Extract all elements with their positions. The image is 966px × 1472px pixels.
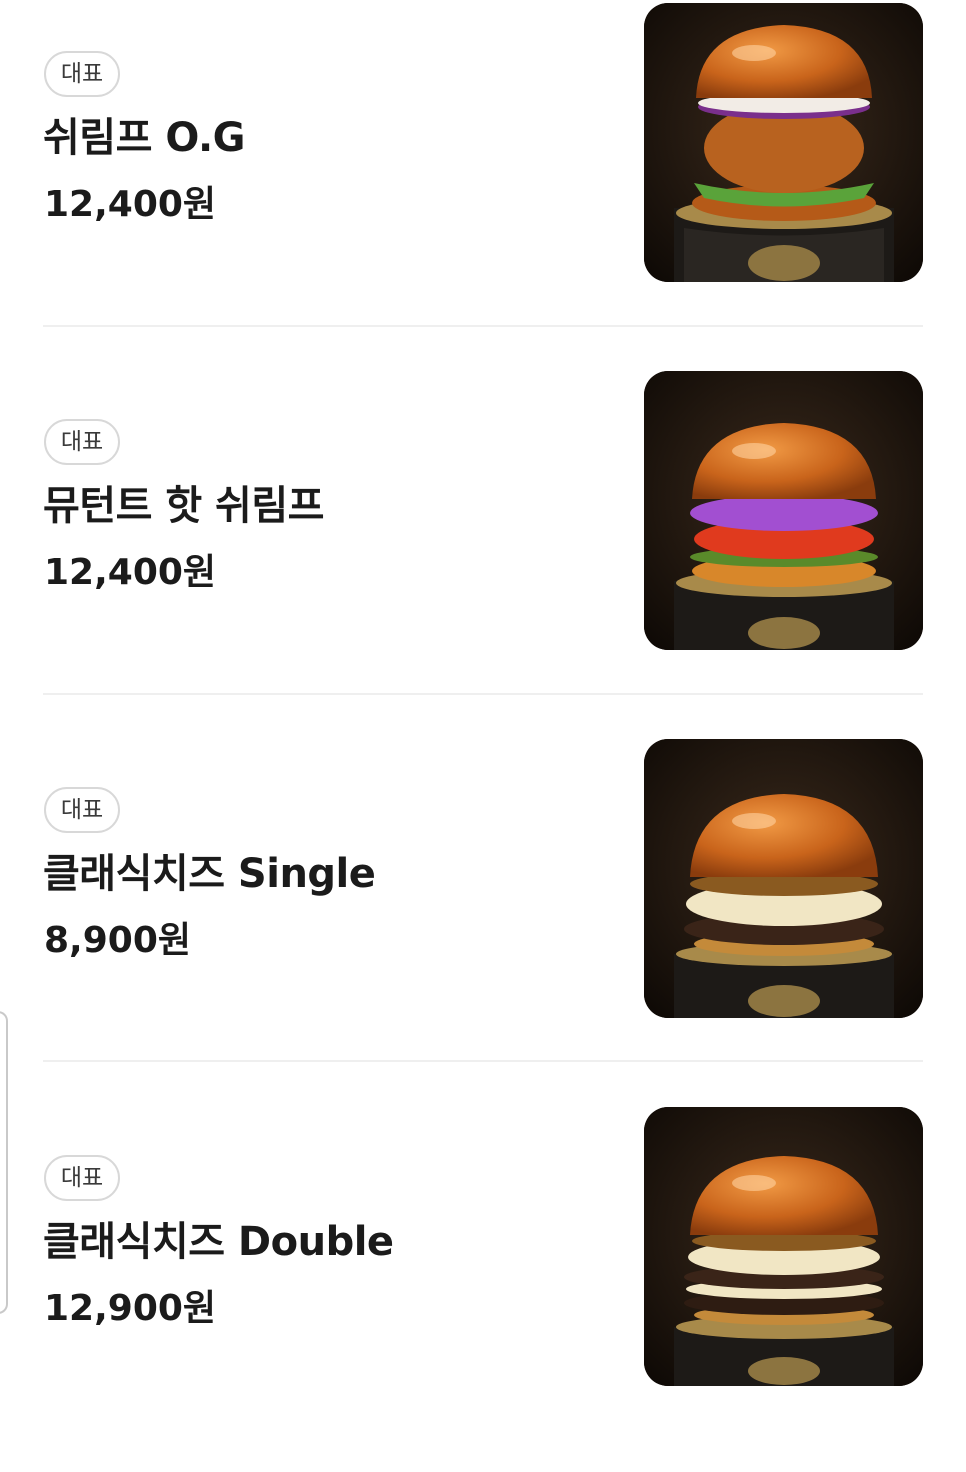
menu-item-price: 12,400원 (44, 184, 217, 225)
menu-item-name[interactable]: 쉬림프 O.G (43, 113, 245, 163)
menu-item[interactable]: 대표 뮤턴트 핫 쉬림프 12,400원 (0, 368, 966, 736)
divider (43, 325, 923, 327)
signature-badge: 대표 (44, 51, 120, 97)
side-drawer-handle[interactable] (0, 1011, 8, 1314)
menu-item-name[interactable]: 뮤턴트 핫 쉬림프 (43, 481, 324, 531)
menu-item-price: 8,900원 (44, 920, 191, 961)
menu-item[interactable]: 대표 쉬림프 O.G 12,400원 (0, 0, 966, 368)
burger-illustration (644, 371, 923, 650)
menu-item-name[interactable]: 클래식치즈 Single (43, 849, 376, 899)
signature-badge: 대표 (44, 1155, 120, 1201)
classic-cheese-single-burger-image[interactable] (644, 739, 923, 1018)
divider (43, 1060, 923, 1062)
menu-item[interactable]: 대표 클래식치즈 Single 8,900원 (0, 736, 966, 1104)
menu-item[interactable]: 대표 클래식치즈 Double 12,900원 (0, 1104, 966, 1472)
shrimp-og-burger-image[interactable] (644, 3, 923, 282)
classic-cheese-double-burger-image[interactable] (644, 1107, 923, 1386)
signature-badge: 대표 (44, 419, 120, 465)
signature-badge: 대표 (44, 787, 120, 833)
burger-illustration (644, 3, 923, 282)
menu-item-price: 12,900원 (44, 1288, 217, 1329)
divider (43, 693, 923, 695)
mutant-hot-shrimp-burger-image[interactable] (644, 371, 923, 650)
burger-illustration (644, 1107, 923, 1386)
burger-illustration (644, 739, 923, 1018)
menu-list: 대표 쉬림프 O.G 12,400원 대표 뮤턴트 핫 쉬림프 12,400원 … (0, 0, 966, 1413)
menu-item-name[interactable]: 클래식치즈 Double (43, 1217, 394, 1267)
menu-item-price: 12,400원 (44, 552, 217, 593)
